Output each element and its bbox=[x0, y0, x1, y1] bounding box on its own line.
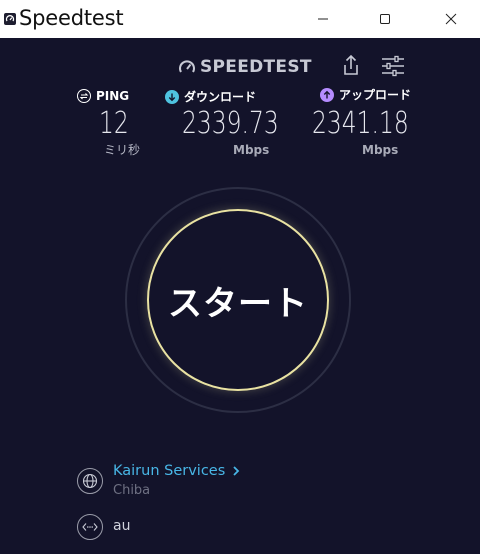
download-label: ダウンロード bbox=[184, 90, 257, 104]
speedometer-icon bbox=[179, 60, 195, 73]
connection-name: au bbox=[113, 518, 131, 534]
upload-unit: Mbps bbox=[362, 143, 399, 157]
logo-text: SPEEDTEST bbox=[200, 57, 312, 77]
start-label: スタート bbox=[168, 283, 308, 324]
download-header: ダウンロード bbox=[165, 88, 256, 105]
ping-unit: ミリ秒 bbox=[104, 143, 141, 157]
speedtest-app-icon bbox=[4, 13, 16, 25]
ping-value: 12 bbox=[99, 106, 129, 141]
close-icon bbox=[445, 13, 457, 25]
connection-icon bbox=[77, 514, 103, 540]
window-title: Speedtest bbox=[19, 6, 124, 30]
speedtest-logo: SPEEDTEST bbox=[178, 57, 312, 77]
provider-name: Kairun Services bbox=[113, 463, 226, 479]
speedtest-window: Speedtest SPEEDTEST PING 12 ミリ秒 ダウンロード 2… bbox=[0, 0, 480, 554]
main-panel: SPEEDTEST PING 12 ミリ秒 ダウンロード 2339.73 Mbp… bbox=[0, 38, 480, 554]
download-unit: Mbps bbox=[233, 143, 270, 157]
provider-link[interactable]: Kairun Services bbox=[113, 463, 242, 479]
provider-location: Chiba bbox=[113, 483, 151, 498]
globe-icon bbox=[77, 468, 103, 494]
close-button[interactable] bbox=[428, 0, 474, 38]
share-icon bbox=[344, 54, 358, 75]
maximize-icon bbox=[380, 14, 390, 24]
settings-sliders-icon bbox=[382, 55, 404, 77]
ping-header: PING bbox=[77, 89, 129, 103]
upload-header: アップロード bbox=[320, 86, 411, 103]
upload-value: 2341.18 bbox=[312, 106, 409, 141]
ping-icon bbox=[77, 89, 91, 103]
share-button[interactable] bbox=[340, 54, 362, 78]
download-arrow-icon bbox=[165, 89, 179, 104]
settings-button[interactable] bbox=[380, 55, 406, 77]
download-value: 2339.73 bbox=[182, 106, 279, 141]
minimize-button[interactable] bbox=[300, 0, 346, 38]
start-button[interactable]: スタート bbox=[147, 209, 329, 391]
upload-label: アップロード bbox=[339, 88, 412, 102]
title-bar: Speedtest bbox=[0, 0, 480, 38]
ping-label: PING bbox=[96, 89, 130, 103]
maximize-button[interactable] bbox=[362, 0, 408, 38]
minimize-icon bbox=[318, 18, 328, 20]
chevron-right-icon bbox=[233, 466, 240, 476]
upload-arrow-icon bbox=[320, 87, 334, 102]
